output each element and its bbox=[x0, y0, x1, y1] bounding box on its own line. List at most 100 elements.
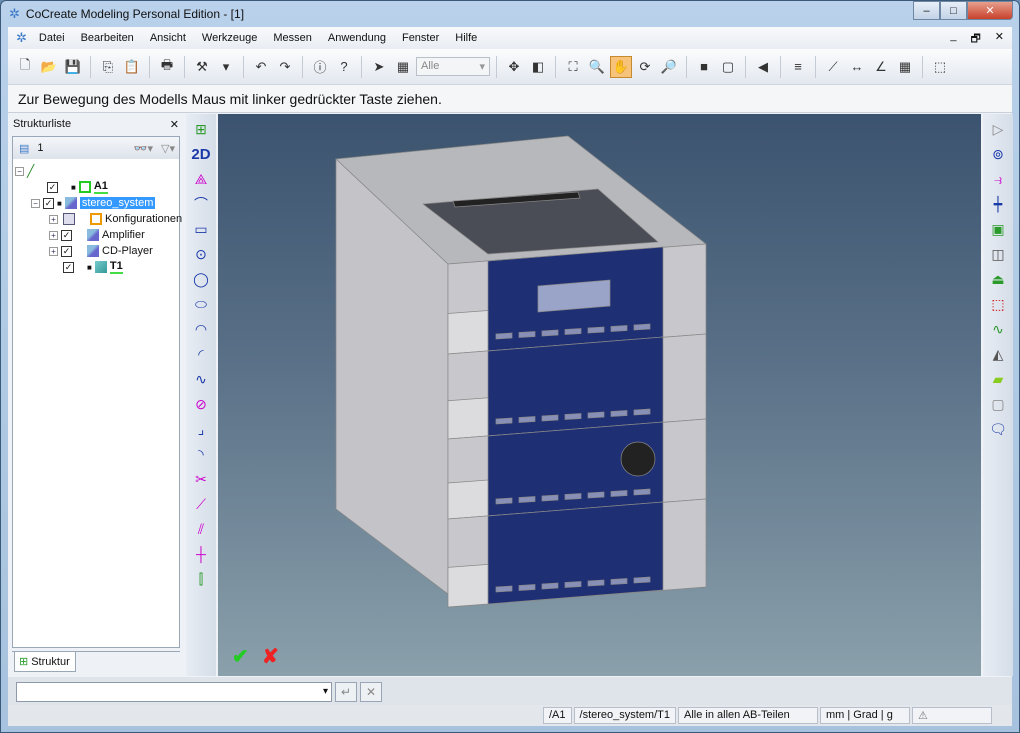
punch-icon[interactable]: ⏏ bbox=[986, 268, 1010, 290]
tree-node-a1[interactable]: ✓ ■ A1 bbox=[47, 179, 108, 195]
cancel-button[interactable]: ✘ bbox=[262, 644, 279, 669]
menu-fenster[interactable]: Fenster bbox=[394, 32, 447, 44]
print-icon[interactable]: 🖶 bbox=[156, 56, 178, 78]
warning-icon[interactable]: ⚠ bbox=[912, 707, 992, 724]
save-icon[interactable]: 💾 bbox=[62, 56, 84, 78]
selection-filter-select[interactable]: Alle bbox=[416, 57, 490, 76]
undo-icon[interactable]: ↶ bbox=[250, 56, 272, 78]
curve-icon[interactable]: ∿ bbox=[986, 318, 1010, 340]
workplane-icon[interactable]: ⟁ bbox=[189, 168, 213, 190]
axis-icon[interactable]: ┿ bbox=[986, 193, 1010, 215]
part-select-icon[interactable]: ◧ bbox=[527, 56, 549, 78]
pan-view-icon[interactable]: ✋ bbox=[610, 55, 632, 78]
visibility-checkbox[interactable]: ✓ bbox=[43, 197, 54, 209]
mdi-restore-button[interactable]: 🗗 bbox=[970, 30, 980, 49]
menu-anwendung[interactable]: Anwendung bbox=[320, 32, 394, 44]
wireframe-view-icon[interactable]: ▢ bbox=[717, 56, 739, 78]
help-icon[interactable]: ? bbox=[333, 56, 355, 78]
structure-tree-icon[interactable]: ⊞ bbox=[189, 118, 213, 140]
chamfer-icon[interactable]: ◝ bbox=[189, 443, 213, 465]
expand-toggle[interactable]: + bbox=[49, 214, 58, 224]
tree-node-amplifier[interactable]: + ✓ Amplifier bbox=[49, 227, 145, 243]
close-button[interactable]: ✕ bbox=[967, 1, 1013, 20]
calculator-icon[interactable]: ▦ bbox=[894, 56, 916, 78]
profile-icon[interactable]: ▣ bbox=[986, 218, 1010, 240]
tree-node-stereo-system[interactable]: − ✓ ■ stereo_system bbox=[31, 195, 156, 211]
surface-icon[interactable]: ▰ bbox=[986, 368, 1010, 390]
trim-icon[interactable]: ✂ bbox=[189, 468, 213, 490]
rotate-view-icon[interactable]: ⟳ bbox=[634, 56, 656, 78]
mirror-icon[interactable]: ⫿ bbox=[189, 568, 213, 590]
fit-view-icon[interactable]: ⛶ bbox=[562, 56, 584, 78]
mdi-minimize-button[interactable]: _ bbox=[950, 30, 956, 49]
construction-line-icon[interactable]: ⟋ bbox=[189, 493, 213, 515]
copy-icon[interactable]: ⎘ bbox=[97, 56, 119, 78]
blend-icon[interactable]: ◭ bbox=[986, 343, 1010, 365]
measure-distance-icon[interactable]: ⟋ bbox=[822, 56, 844, 78]
sweep-icon[interactable]: ⥽ bbox=[986, 168, 1010, 190]
note-icon[interactable]: ▢ bbox=[986, 393, 1010, 415]
enter-button[interactable]: ↵ bbox=[335, 682, 357, 702]
menu-messen[interactable]: Messen bbox=[265, 32, 320, 44]
zoom-in-icon[interactable]: 🔎 bbox=[658, 56, 680, 78]
paste-icon[interactable]: 📋 bbox=[121, 56, 143, 78]
spline-icon[interactable]: ∿ bbox=[189, 368, 213, 390]
new-document-icon[interactable]: 🗋 bbox=[14, 56, 36, 78]
visibility-checkbox[interactable]: ✓ bbox=[61, 245, 72, 257]
select-arrow-icon[interactable]: ➤ bbox=[368, 56, 390, 78]
menu-datei[interactable]: Datei bbox=[31, 32, 73, 44]
expand-toggle[interactable]: + bbox=[49, 246, 58, 256]
comment-icon[interactable]: 🗨 bbox=[986, 418, 1010, 440]
tab-struktur[interactable]: ⊞ Struktur bbox=[14, 652, 76, 672]
arc-tangent-icon[interactable]: ◜ bbox=[189, 343, 213, 365]
command-input[interactable] bbox=[16, 682, 332, 702]
parallel-line-icon[interactable]: ⫽ bbox=[189, 518, 213, 540]
open-folder-icon[interactable]: 📂 bbox=[38, 56, 60, 78]
play-icon[interactable]: ▷ bbox=[986, 118, 1010, 140]
filter-button[interactable]: ▽▾ bbox=[161, 142, 175, 155]
section-plane-icon[interactable]: ≡ bbox=[787, 56, 809, 78]
tools-icon[interactable]: ⚒ bbox=[191, 56, 213, 78]
magnet-select-icon[interactable]: ✥ bbox=[503, 56, 525, 78]
info-icon[interactable]: ⓘ bbox=[309, 56, 331, 78]
circle-center-icon[interactable]: ⊙ bbox=[189, 243, 213, 265]
line-arc-icon[interactable]: ⌒ bbox=[189, 193, 213, 215]
visibility-checkbox[interactable]: ✓ bbox=[61, 229, 72, 241]
2d-icon[interactable]: 2D bbox=[189, 143, 213, 165]
clear-button[interactable]: ✕ bbox=[360, 682, 382, 702]
collapse-toggle[interactable]: − bbox=[31, 198, 40, 208]
previous-view-icon[interactable]: ◀ bbox=[752, 56, 774, 78]
menu-hilfe[interactable]: Hilfe bbox=[447, 32, 485, 44]
visibility-checkbox[interactable]: ✓ bbox=[63, 261, 74, 273]
menu-gear-icon[interactable]: ✲ bbox=[16, 30, 27, 46]
measure-angle-icon[interactable]: ∠ bbox=[870, 56, 892, 78]
find-button[interactable]: 👓▾ bbox=[134, 142, 153, 155]
fillet-icon[interactable]: ⌟ bbox=[189, 418, 213, 440]
structure-panel-close-button[interactable]: ✕ bbox=[170, 118, 179, 131]
revolve-icon[interactable]: ⊚ bbox=[986, 143, 1010, 165]
collapse-root[interactable]: − bbox=[15, 166, 24, 176]
measure-length-icon[interactable]: ↔ bbox=[846, 56, 868, 78]
mdi-close-button[interactable]: ✕ bbox=[995, 30, 1004, 49]
ellipse-icon[interactable]: ⬭ bbox=[189, 293, 213, 315]
dropdown-arrow-icon[interactable]: ▾ bbox=[215, 56, 237, 78]
table-select-icon[interactable]: ▦ bbox=[392, 56, 414, 78]
visibility-checkbox[interactable]: ✓ bbox=[47, 181, 58, 193]
extrude-icon[interactable]: ◫ bbox=[986, 243, 1010, 265]
menu-werkzeuge[interactable]: Werkzeuge bbox=[194, 32, 265, 44]
zoom-window-icon[interactable]: 🔍 bbox=[586, 56, 608, 78]
3d-viewport[interactable]: ✔ ✘ bbox=[218, 114, 981, 676]
circle-icon[interactable]: ◯ bbox=[189, 268, 213, 290]
offset-icon[interactable]: ⊘ bbox=[189, 393, 213, 415]
box-icon[interactable]: ⬚ bbox=[986, 293, 1010, 315]
menu-bearbeiten[interactable]: Bearbeiten bbox=[73, 32, 142, 44]
minimize-button[interactable]: – bbox=[913, 1, 940, 20]
expand-toggle[interactable]: + bbox=[49, 230, 58, 240]
tree-node-cd-player[interactable]: + ✓ CD-Player bbox=[49, 243, 153, 259]
tree-node-t1[interactable]: ✓ ■ T1 bbox=[63, 259, 123, 275]
cross-line-icon[interactable]: ┼ bbox=[189, 543, 213, 565]
part-properties-icon[interactable]: ⬚ bbox=[929, 56, 951, 78]
arc-icon[interactable]: ◠ bbox=[189, 318, 213, 340]
accept-button[interactable]: ✔ bbox=[232, 644, 249, 669]
redo-icon[interactable]: ↷ bbox=[274, 56, 296, 78]
